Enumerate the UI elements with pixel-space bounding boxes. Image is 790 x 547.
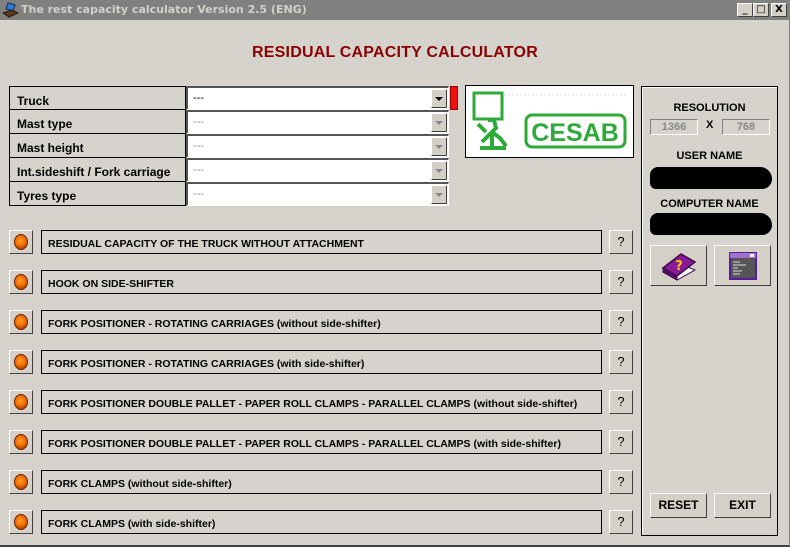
param-label: Truck	[9, 86, 186, 110]
select-attachment-button[interactable]	[9, 350, 33, 374]
svg-text:?: ?	[675, 259, 683, 274]
attachment-row: FORK CLAMPS (with side-shifter) ?	[0, 510, 640, 536]
select-value: ---	[193, 92, 204, 104]
orange-led-icon	[14, 234, 28, 250]
attachment-help-button[interactable]: ?	[609, 390, 633, 414]
select-attachment-button[interactable]	[9, 430, 33, 454]
window-title: The rest capacity calculator Version 2.5…	[21, 3, 307, 16]
param-label: Int.sideshift / Fork carriage	[9, 158, 186, 182]
attachment-label: FORK CLAMPS (without side-shifter)	[41, 470, 602, 494]
select-attachment-button[interactable]	[9, 470, 33, 494]
select-value: ---	[193, 188, 204, 200]
truck-select[interactable]: ---	[186, 86, 449, 110]
attachment-row: FORK CLAMPS (without side-shifter) ?	[0, 470, 640, 496]
param-row-truck: Truck ---	[9, 86, 450, 110]
attachment-help-button[interactable]: ?	[609, 430, 633, 454]
select-value: ---	[193, 116, 204, 128]
attachment-row: FORK POSITIONER DOUBLE PALLET - PAPER RO…	[0, 390, 640, 416]
attachment-row: HOOK ON SIDE-SHIFTER ?	[0, 270, 640, 296]
exit-button[interactable]: EXIT	[714, 493, 771, 518]
page-title: RESIDUAL CAPACITY CALCULATOR	[252, 44, 538, 61]
app-window: The rest capacity calculator Version 2.5…	[0, 0, 790, 547]
attachment-help-button[interactable]: ?	[609, 510, 633, 534]
attachment-help-button[interactable]: ?	[609, 310, 633, 334]
attachment-row: FORK POSITIONER - ROTATING CARRIAGES (wi…	[0, 310, 640, 336]
param-label: Tyres type	[9, 182, 186, 206]
mast-height-select[interactable]: ---	[186, 134, 449, 158]
attachment-row: RESIDUAL CAPACITY OF THE TRUCK WITHOUT A…	[0, 230, 640, 256]
required-marker	[450, 86, 458, 110]
resolution-separator: X	[706, 119, 714, 131]
attachment-label: FORK POSITIONER - ROTATING CARRIAGES (wi…	[41, 310, 602, 334]
orange-led-icon	[14, 394, 28, 410]
attachment-help-button[interactable]: ?	[609, 470, 633, 494]
user-name-field-redacted	[650, 167, 772, 189]
attachment-label: FORK CLAMPS (with side-shifter)	[41, 510, 602, 534]
attachment-help-button[interactable]: ?	[609, 230, 633, 254]
close-button[interactable]: X	[771, 3, 787, 17]
orange-led-icon	[14, 434, 28, 450]
chevron-down-icon[interactable]	[431, 161, 447, 180]
orange-led-icon	[14, 274, 28, 290]
minimize-button[interactable]: _	[737, 3, 753, 17]
chevron-down-icon[interactable]	[431, 113, 447, 132]
select-attachment-button[interactable]	[9, 390, 33, 414]
user-name-label: USER NAME	[676, 150, 743, 162]
mast-type-select[interactable]: ---	[186, 110, 449, 134]
select-value: ---	[193, 140, 204, 152]
help-book-button[interactable]: ?	[650, 245, 707, 286]
window-list-button[interactable]	[714, 245, 771, 286]
select-value: ---	[193, 164, 204, 176]
select-attachment-button[interactable]	[9, 310, 33, 334]
attachment-label: FORK POSITIONER - ROTATING CARRIAGES (wi…	[41, 350, 602, 374]
param-row-mast-height: Mast height ---	[9, 134, 450, 158]
attachment-label: FORK POSITIONER DOUBLE PALLET - PAPER RO…	[41, 390, 602, 414]
computer-name-field-redacted	[650, 213, 772, 235]
maximize-button[interactable]: □	[753, 3, 769, 17]
reset-button[interactable]: RESET	[650, 493, 707, 518]
title-bar[interactable]: The rest capacity calculator Version 2.5…	[0, 0, 790, 20]
param-row-sideshift: Int.sideshift / Fork carriage ---	[9, 158, 450, 182]
chevron-down-icon[interactable]	[431, 137, 447, 156]
param-row-tyres: Tyres type ---	[9, 182, 450, 206]
select-attachment-button[interactable]	[9, 230, 33, 254]
attachment-label: FORK POSITIONER DOUBLE PALLET - PAPER RO…	[41, 430, 602, 454]
chevron-down-icon[interactable]	[431, 185, 447, 204]
sideshift-select[interactable]: ---	[186, 158, 449, 182]
orange-led-icon	[14, 514, 28, 530]
attachment-row: FORK POSITIONER DOUBLE PALLET - PAPER RO…	[0, 430, 640, 456]
laptop-icon	[1, 2, 20, 18]
orange-led-icon	[14, 314, 28, 330]
attachment-help-button[interactable]: ?	[609, 270, 633, 294]
orange-led-icon	[14, 474, 28, 490]
resolution-height-field: 768	[722, 119, 770, 135]
attachment-label: HOOK ON SIDE-SHIFTER	[41, 270, 602, 294]
param-row-mast-type: Mast type ---	[9, 110, 450, 134]
resolution-width-field: 1366	[650, 119, 698, 135]
param-label: Mast type	[9, 110, 186, 134]
select-attachment-button[interactable]	[9, 270, 33, 294]
cesab-logo-graphic: CESAB	[472, 91, 627, 150]
orange-led-icon	[14, 354, 28, 370]
attachment-row: FORK POSITIONER - ROTATING CARRIAGES (wi…	[0, 350, 640, 376]
tyres-type-select[interactable]: ---	[186, 182, 449, 206]
logo-text: CESAB	[531, 119, 619, 147]
cesab-logo: CESAB	[465, 85, 634, 158]
attachment-help-button[interactable]: ?	[609, 350, 633, 374]
chevron-down-icon[interactable]	[431, 89, 447, 108]
window-list-icon	[728, 251, 757, 280]
parameter-form: Truck --- Mast type --- Mast height --- …	[9, 86, 450, 206]
param-label: Mast height	[9, 134, 186, 158]
select-attachment-button[interactable]	[9, 510, 33, 534]
help-book-icon: ?	[661, 252, 696, 281]
computer-name-label: COMPUTER NAME	[660, 198, 759, 210]
resolution-label: RESOLUTION	[673, 102, 746, 114]
side-panel: RESOLUTION 1366 X 768 USER NAME COMPUTER…	[641, 86, 778, 536]
attachment-label: RESIDUAL CAPACITY OF THE TRUCK WITHOUT A…	[41, 230, 602, 254]
